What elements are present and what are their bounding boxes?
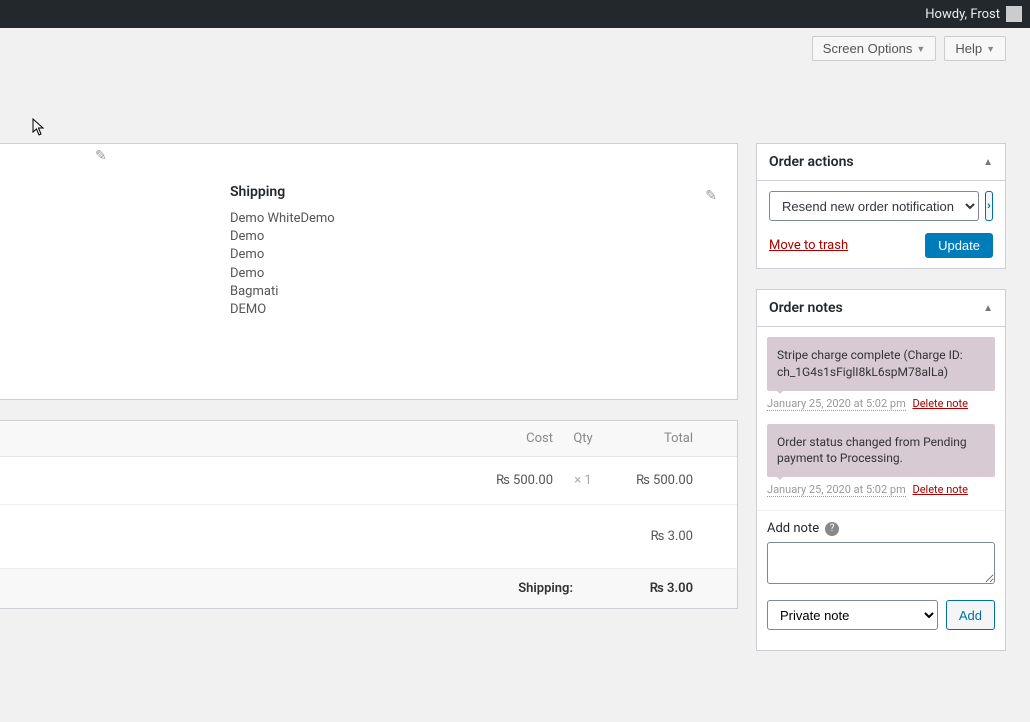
- table-row: ₨ 500.00 × 1 ₨ 500.00: [0, 457, 737, 505]
- add-note-button[interactable]: Add: [946, 600, 995, 630]
- screen-options-label: Screen Options: [823, 41, 913, 56]
- row-cost: ₨ 500.00: [453, 473, 553, 488]
- panel-header: Order notes ▲: [757, 290, 1005, 327]
- summary-label: Shipping:: [14, 581, 613, 596]
- move-to-trash-link[interactable]: Move to trash: [769, 238, 848, 253]
- add-note-label-row: Add note ?: [767, 521, 995, 536]
- order-actions-panel: Order actions ▲ Resend new order notific…: [756, 143, 1006, 269]
- update-button[interactable]: Update: [925, 233, 993, 258]
- spacer: [14, 529, 453, 544]
- admin-bar: Howdy, Frost: [0, 0, 1030, 28]
- chevron-right-icon: ›: [987, 200, 991, 212]
- qty-value: 1: [584, 473, 591, 488]
- action-select-row: Resend new order notification ›: [769, 191, 993, 221]
- note-controls: Private note Add: [767, 600, 995, 630]
- note-date: January 25, 2020 at 5:02 pm: [767, 397, 906, 411]
- help-label: Help: [955, 41, 982, 56]
- add-note-section: Add note ? Private note Add: [757, 510, 1005, 630]
- note-text: Stripe charge complete (Charge ID: ch_1G…: [767, 337, 995, 391]
- note-type-select[interactable]: Private note: [767, 600, 938, 630]
- admin-greeting[interactable]: Howdy, Frost: [925, 7, 1000, 22]
- spacer: [453, 529, 553, 544]
- note-meta: January 25, 2020 at 5:02 pm Delete note: [767, 483, 995, 496]
- address-line: Bagmati: [230, 283, 335, 301]
- content-area: ✎ Shipping Demo WhiteDemo Demo Demo Demo…: [0, 143, 1030, 671]
- apply-action-button[interactable]: ›: [985, 191, 993, 221]
- delete-note-link[interactable]: Delete note: [912, 397, 968, 410]
- chevron-down-icon: ▼: [986, 44, 995, 54]
- address-line: DEMO: [230, 301, 335, 319]
- col-qty-header: Qty: [553, 431, 613, 446]
- help-icon[interactable]: ?: [825, 522, 839, 536]
- collapse-icon[interactable]: ▲: [983, 157, 993, 168]
- summary-value: ₨ 3.00: [613, 581, 723, 596]
- order-notes-panel: Order notes ▲ Stripe charge complete (Ch…: [756, 289, 1006, 651]
- order-notes-body: Stripe charge complete (Charge ID: ch_1G…: [757, 327, 1005, 650]
- order-actions-title: Order actions: [769, 154, 854, 170]
- spacer: [14, 431, 453, 446]
- delete-note-link[interactable]: Delete note: [912, 483, 968, 496]
- row-qty: × 1: [553, 473, 613, 488]
- address-line: Demo: [230, 228, 335, 246]
- action-footer: Move to trash Update: [769, 233, 993, 258]
- pencil-icon[interactable]: ✎: [705, 188, 717, 204]
- pencil-icon[interactable]: ✎: [95, 148, 107, 164]
- note-item: Stripe charge complete (Charge ID: ch_1G…: [767, 337, 995, 410]
- col-cost-header: Cost: [453, 431, 553, 446]
- shipping-panel: ✎ Shipping Demo WhiteDemo Demo Demo Demo…: [0, 143, 738, 400]
- help-button[interactable]: Help ▼: [944, 36, 1006, 61]
- address-line: Demo: [230, 246, 335, 264]
- note-meta: January 25, 2020 at 5:02 pm Delete note: [767, 397, 995, 410]
- chevron-down-icon: ▼: [916, 44, 925, 54]
- shipping-title: Shipping: [230, 184, 335, 200]
- col-total-header: Total: [613, 431, 723, 446]
- address-line: Demo: [230, 265, 335, 283]
- side-column: Order actions ▲ Resend new order notific…: [756, 143, 1006, 671]
- order-notes-title: Order notes: [769, 300, 843, 316]
- panel-header: Order actions ▲: [757, 144, 1005, 181]
- items-panel: Cost Qty Total ₨ 500.00 × 1 ₨ 500.00 ₨ 3…: [0, 420, 738, 609]
- shipping-block: ✎ Shipping Demo WhiteDemo Demo Demo Demo…: [0, 144, 737, 399]
- summary-row: Shipping: ₨ 3.00: [0, 569, 737, 608]
- avatar[interactable]: [1006, 6, 1022, 22]
- spacer: [553, 529, 613, 544]
- note-date: January 25, 2020 at 5:02 pm: [767, 483, 906, 497]
- table-row: ₨ 3.00: [0, 505, 737, 569]
- note-textarea[interactable]: [767, 542, 995, 584]
- add-note-label: Add note: [767, 521, 819, 536]
- items-header: Cost Qty Total: [0, 421, 737, 457]
- row-total: ₨ 500.00: [613, 473, 723, 488]
- note-item: Order status changed from Pending paymen…: [767, 424, 995, 497]
- shipping-row-total: ₨ 3.00: [613, 529, 723, 544]
- note-text: Order status changed from Pending paymen…: [767, 424, 995, 478]
- order-action-select[interactable]: Resend new order notification: [769, 191, 979, 221]
- shipping-address: Shipping Demo WhiteDemo Demo Demo Demo B…: [100, 184, 335, 319]
- screen-options-button[interactable]: Screen Options ▼: [812, 36, 937, 61]
- screen-tabs: Screen Options ▼ Help ▼: [0, 28, 1030, 65]
- cursor-icon: [32, 118, 46, 140]
- address-line: Demo WhiteDemo: [230, 210, 335, 228]
- order-actions-body: Resend new order notification › Move to …: [757, 181, 1005, 268]
- collapse-icon[interactable]: ▲: [983, 303, 993, 314]
- main-column: ✎ Shipping Demo WhiteDemo Demo Demo Demo…: [0, 143, 738, 671]
- qty-prefix: ×: [574, 473, 584, 488]
